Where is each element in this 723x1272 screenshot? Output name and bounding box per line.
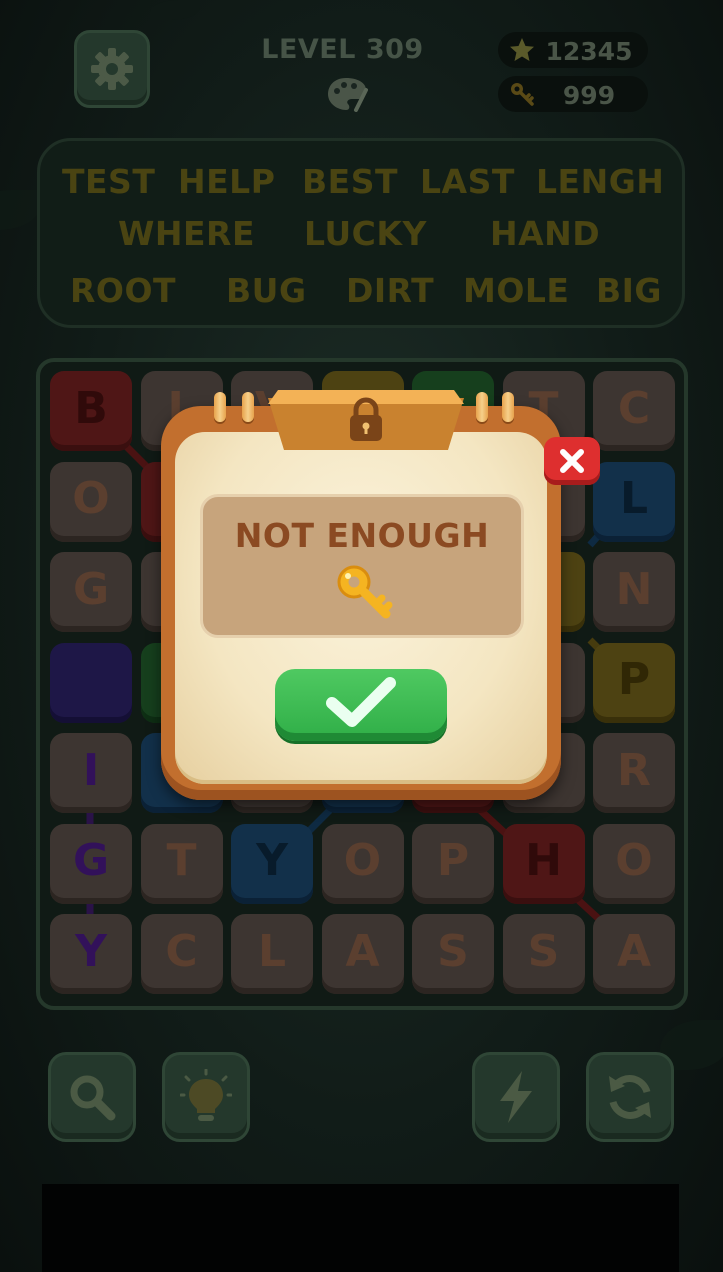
not-enough-message: NOT ENOUGH xyxy=(234,516,490,555)
key-icon xyxy=(337,565,393,619)
close-dialog-button[interactable] xyxy=(544,437,600,485)
binder-ring xyxy=(214,392,226,422)
binder-ring xyxy=(242,392,254,422)
binder-ring xyxy=(502,392,514,422)
binder-ring xyxy=(476,392,488,422)
confirm-button[interactable] xyxy=(275,669,447,741)
close-icon xyxy=(560,449,584,473)
checkmark-icon xyxy=(326,677,396,727)
dialog-header-tab xyxy=(268,390,464,450)
